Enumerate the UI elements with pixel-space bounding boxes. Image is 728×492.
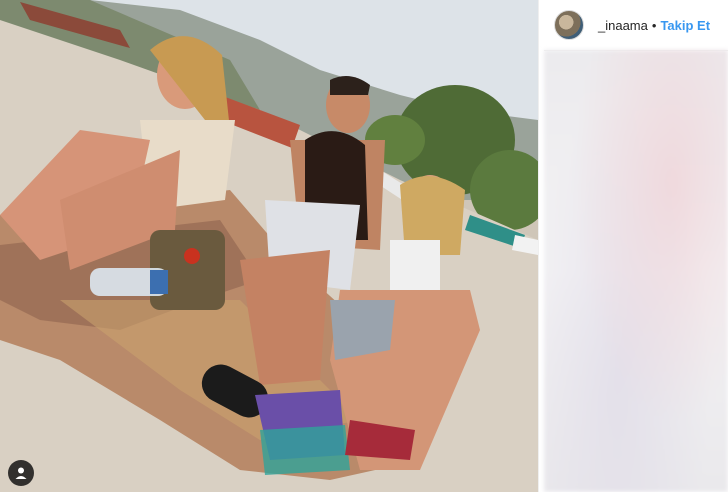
post-photo[interactable] bbox=[0, 0, 538, 492]
post-sidebar: _inaama • Takip Et bbox=[544, 0, 728, 492]
profile-avatar[interactable] bbox=[554, 10, 584, 40]
beach-group-photo bbox=[0, 0, 538, 492]
blurred-comments-area bbox=[544, 50, 728, 492]
post-header: _inaama • Takip Et bbox=[544, 0, 728, 51]
user-icon bbox=[15, 467, 27, 479]
separator-dot: • bbox=[651, 17, 657, 33]
follow-button[interactable]: Takip Et bbox=[660, 18, 710, 33]
username-link[interactable]: _inaama bbox=[598, 18, 648, 33]
user-tag-button[interactable] bbox=[8, 460, 34, 486]
